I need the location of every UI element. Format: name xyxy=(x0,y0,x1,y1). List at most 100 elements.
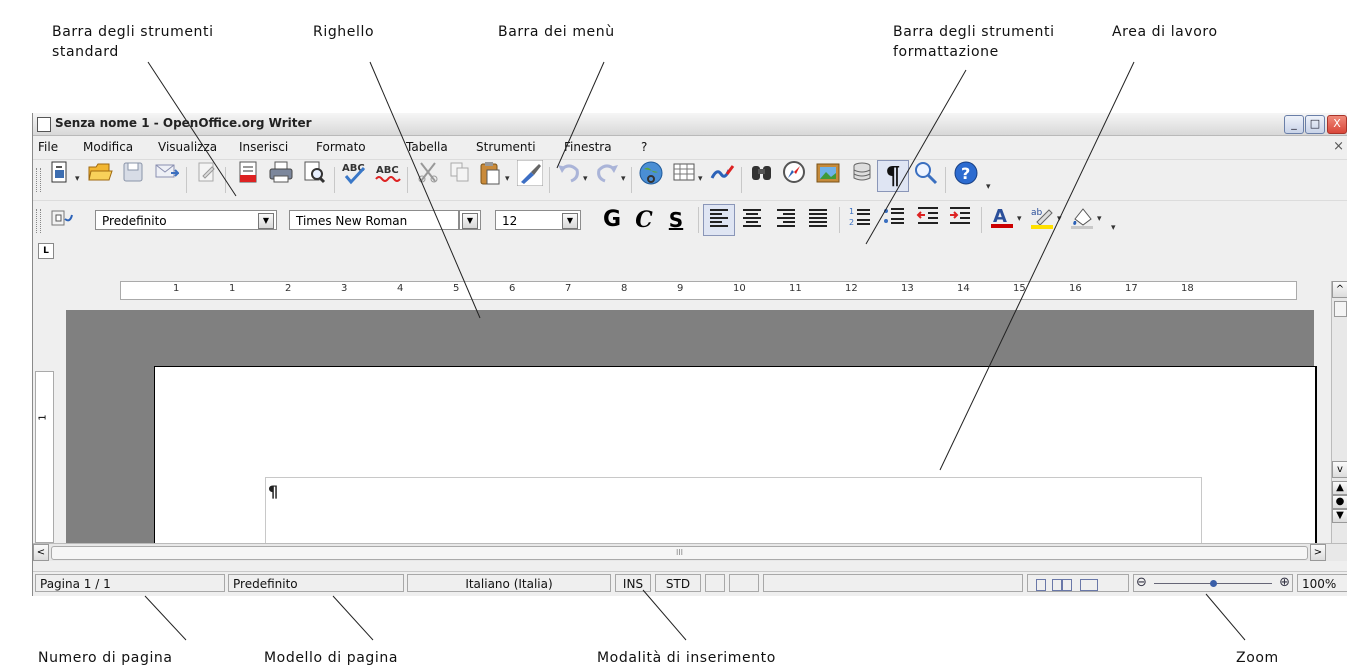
close-button[interactable]: X xyxy=(1327,115,1347,134)
new-icon[interactable] xyxy=(45,160,75,190)
copy-icon[interactable] xyxy=(445,160,475,190)
menu-strumenti[interactable]: Strumenti xyxy=(476,140,536,154)
zoom-out-icon[interactable]: ⊖ xyxy=(1136,574,1147,592)
formatting-marks-icon[interactable]: ¶ xyxy=(877,160,909,192)
hyperlink-icon[interactable] xyxy=(636,160,666,190)
align-left-icon[interactable] xyxy=(703,204,735,236)
menu-visualizza[interactable]: Visualizza xyxy=(158,140,217,154)
chevron-down-icon[interactable]: ▼ xyxy=(258,213,274,229)
scroll-up-button[interactable]: ^ xyxy=(1332,281,1347,298)
vertical-ruler[interactable]: 1 xyxy=(35,371,54,543)
title-bar[interactable]: Senza nome 1 - OpenOffice.org Writer _ □… xyxy=(33,113,1347,136)
horizontal-scrollbar[interactable]: < III > xyxy=(33,543,1347,561)
export-pdf-icon[interactable] xyxy=(233,160,263,190)
cut-icon[interactable] xyxy=(413,160,443,190)
data-sources-icon[interactable] xyxy=(847,160,877,190)
zoom-slider-knob[interactable] xyxy=(1210,580,1217,587)
toolbar-grip-handle[interactable] xyxy=(36,209,41,233)
paste-icon[interactable] xyxy=(475,160,505,190)
scroll-left-button[interactable]: < xyxy=(33,544,49,561)
vertical-scrollbar[interactable]: ^ v ▲ ● ▼ xyxy=(1331,281,1347,543)
email-icon[interactable] xyxy=(151,160,181,190)
edit-file-icon[interactable] xyxy=(191,160,221,190)
spellcheck-icon[interactable]: ABC xyxy=(339,160,369,190)
help-icon[interactable]: ? xyxy=(951,160,981,190)
zoom-slider[interactable]: ⊖ ⊕ xyxy=(1133,574,1293,592)
selection-mode-status[interactable]: STD xyxy=(655,574,701,592)
gallery-icon[interactable] xyxy=(813,160,843,190)
menu-finestra[interactable]: Finestra xyxy=(564,140,612,154)
toolbar-options-icon[interactable]: ▾ xyxy=(1111,223,1116,233)
next-page-icon[interactable]: ▼ xyxy=(1332,509,1347,523)
navigation-icon[interactable]: ● xyxy=(1332,495,1347,509)
bold-button[interactable]: G xyxy=(597,205,627,235)
font-color-icon[interactable]: A xyxy=(987,205,1017,235)
find-replace-icon[interactable] xyxy=(747,160,777,190)
open-icon[interactable] xyxy=(85,160,115,190)
book-view-icon[interactable] xyxy=(1080,579,1098,591)
format-paintbrush-icon[interactable] xyxy=(515,159,545,190)
maximize-button[interactable]: □ xyxy=(1305,115,1325,134)
paragraph-style-select[interactable]: Predefinito ▼ xyxy=(95,210,277,230)
highlighting-icon[interactable]: ab xyxy=(1027,205,1057,235)
menu-file[interactable]: File xyxy=(38,140,58,154)
undo-dropdown-icon[interactable]: ▾ xyxy=(583,174,588,184)
close-document-icon[interactable]: × xyxy=(1333,139,1344,154)
page-number-status[interactable]: Pagina 1 / 1 xyxy=(35,574,225,592)
undo-icon[interactable] xyxy=(553,160,583,190)
horizontal-ruler[interactable]: 1 1 2 3 4 5 6 7 8 9 10 11 12 13 14 15 16 17 18 xyxy=(120,281,1297,300)
minimize-button[interactable]: _ xyxy=(1284,115,1304,134)
menu-help[interactable]: ? xyxy=(641,140,647,154)
autospellcheck-icon[interactable]: ABC xyxy=(373,160,403,190)
chevron-down-icon[interactable]: ▼ xyxy=(562,213,578,229)
digital-signature-status[interactable] xyxy=(729,574,759,592)
menu-tabella[interactable]: Tabella xyxy=(406,140,448,154)
document-page[interactable]: ¶ xyxy=(154,366,1317,558)
toolbar-options-icon[interactable]: ▾ xyxy=(986,182,991,192)
scroll-thumb[interactable] xyxy=(1334,301,1347,317)
new-dropdown-icon[interactable]: ▾ xyxy=(75,174,80,184)
menu-modifica[interactable]: Modifica xyxy=(83,140,133,154)
background-color-icon[interactable] xyxy=(1067,205,1097,235)
insert-mode-status[interactable]: INS xyxy=(615,574,651,592)
font-size-select[interactable]: 12 ▼ xyxy=(495,210,581,230)
menu-inserisci[interactable]: Inserisci xyxy=(239,140,288,154)
redo-dropdown-icon[interactable]: ▾ xyxy=(621,174,626,184)
numbering-icon[interactable]: 12 xyxy=(845,205,875,235)
menu-formato[interactable]: Formato xyxy=(316,140,366,154)
font-color-dropdown-icon[interactable]: ▾ xyxy=(1017,214,1022,224)
table-icon[interactable] xyxy=(669,160,699,190)
draw-functions-icon[interactable] xyxy=(707,160,737,190)
increase-indent-icon[interactable] xyxy=(945,205,975,235)
previous-page-icon[interactable]: ▲ xyxy=(1332,481,1347,495)
redo-icon[interactable] xyxy=(593,160,623,190)
save-icon[interactable] xyxy=(118,160,148,190)
scroll-right-button[interactable]: > xyxy=(1310,544,1326,561)
multi-page-icon[interactable] xyxy=(1052,579,1062,591)
zoom-icon[interactable] xyxy=(911,160,941,190)
page-style-status[interactable]: Predefinito xyxy=(228,574,404,592)
background-color-dropdown-icon[interactable]: ▾ xyxy=(1097,214,1102,224)
font-name-select[interactable]: Times New Roman xyxy=(289,210,459,230)
justify-icon[interactable] xyxy=(803,205,833,235)
language-status[interactable]: Italiano (Italia) xyxy=(407,574,611,592)
view-layout-status[interactable] xyxy=(1027,574,1129,592)
table-dropdown-icon[interactable]: ▾ xyxy=(698,174,703,184)
font-name-dropdown[interactable]: ▼ xyxy=(459,210,481,230)
single-page-icon[interactable] xyxy=(1036,579,1046,591)
horizontal-scroll-thumb[interactable]: III xyxy=(51,546,1308,560)
tab-stop-selector[interactable]: L xyxy=(38,243,54,259)
bullets-icon[interactable] xyxy=(879,205,909,235)
chevron-down-icon[interactable]: ▼ xyxy=(462,213,478,229)
highlighting-dropdown-icon[interactable]: ▾ xyxy=(1057,214,1062,224)
styles-icon[interactable] xyxy=(47,205,77,235)
paste-dropdown-icon[interactable]: ▾ xyxy=(505,174,510,184)
decrease-indent-icon[interactable] xyxy=(913,205,943,235)
underline-button[interactable]: S xyxy=(661,205,691,235)
align-right-icon[interactable] xyxy=(771,205,801,235)
italic-button[interactable]: C xyxy=(629,205,659,235)
scroll-down-button[interactable]: v xyxy=(1332,461,1347,478)
zoom-percentage[interactable]: 100% xyxy=(1297,574,1347,592)
print-icon[interactable] xyxy=(266,160,296,190)
zoom-in-icon[interactable]: ⊕ xyxy=(1279,574,1290,592)
